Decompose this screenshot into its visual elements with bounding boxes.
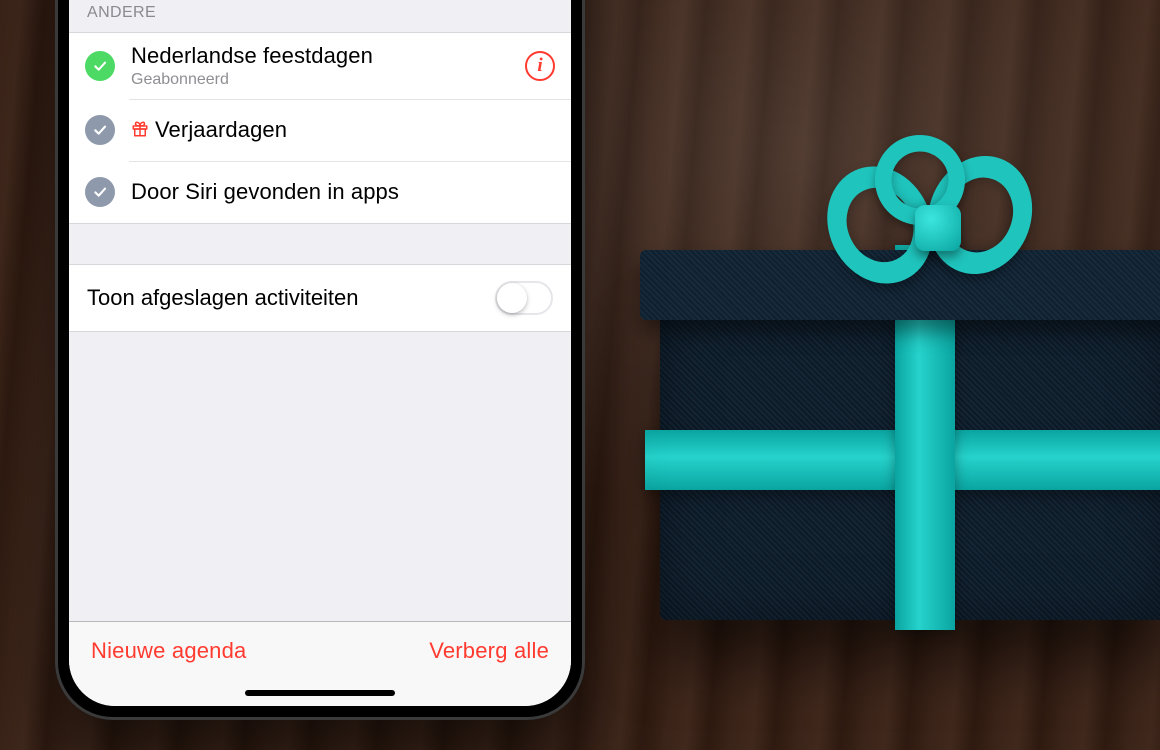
section-other: Nederlandse feestdagen Geabonneerd i bbox=[69, 32, 571, 224]
calendar-row-text: Nederlandse feestdagen Geabonneerd bbox=[131, 43, 515, 89]
show-declined-toggle[interactable] bbox=[495, 281, 553, 315]
checkmark-icon[interactable] bbox=[85, 51, 115, 81]
checkmark-icon[interactable] bbox=[85, 115, 115, 145]
gift-box-prop bbox=[600, 130, 1160, 650]
new-calendar-button[interactable]: Nieuwe agenda bbox=[91, 638, 247, 664]
section-header-other: ANDERE bbox=[69, 0, 571, 32]
calendar-list: Verjaardagen van vrienden Geabonneerd i … bbox=[69, 0, 571, 477]
gift-icon bbox=[131, 118, 149, 144]
gift-bow bbox=[840, 145, 1040, 305]
show-declined-row: Toon afgeslagen activiteiten bbox=[69, 264, 571, 332]
calendar-row-dutch-holidays[interactable]: Nederlandse feestdagen Geabonneerd i bbox=[69, 33, 571, 99]
calendar-title: Nederlandse feestdagen bbox=[131, 43, 515, 69]
section-gap bbox=[69, 224, 571, 264]
phone-frame: Verjaardagen van vrienden Geabonneerd i … bbox=[55, 0, 585, 720]
scene: Verjaardagen van vrienden Geabonneerd i … bbox=[0, 0, 1160, 750]
calendar-title-text: Verjaardagen bbox=[155, 117, 287, 142]
checkmark-icon[interactable] bbox=[85, 177, 115, 207]
calendar-row-text: Door Siri gevonden in apps bbox=[131, 179, 555, 205]
hide-all-button[interactable]: Verberg alle bbox=[429, 638, 549, 664]
calendar-title: Door Siri gevonden in apps bbox=[131, 179, 555, 205]
calendar-row-text: Verjaardagen bbox=[131, 117, 555, 144]
gift-bow-knot bbox=[915, 205, 961, 251]
toggle-knob bbox=[497, 283, 527, 313]
calendar-subtitle: Geabonneerd bbox=[131, 71, 515, 89]
calendar-title: Verjaardagen bbox=[131, 117, 555, 144]
calendar-row-siri-found[interactable]: Door Siri gevonden in apps bbox=[69, 161, 571, 223]
show-declined-label: Toon afgeslagen activiteiten bbox=[87, 285, 495, 311]
calendar-row-birthdays[interactable]: Verjaardagen bbox=[69, 99, 571, 161]
home-indicator[interactable] bbox=[245, 690, 395, 696]
info-icon[interactable]: i bbox=[525, 51, 555, 81]
flex-spacer bbox=[69, 477, 571, 621]
phone-screen: Verjaardagen van vrienden Geabonneerd i … bbox=[69, 0, 571, 706]
